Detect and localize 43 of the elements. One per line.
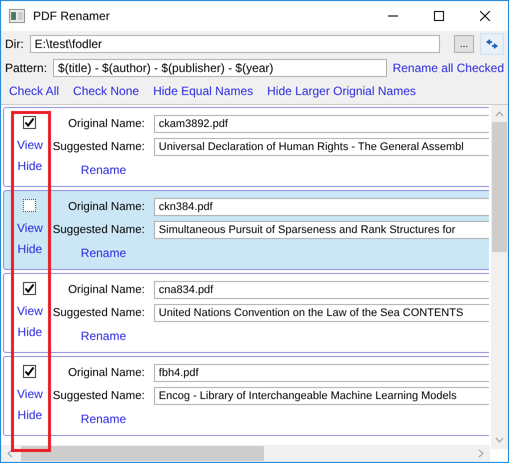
rename-link[interactable]: Rename — [80, 328, 126, 342]
file-item[interactable]: View Hide Original Name: fbh4.pdf Suggested Name: Encog - Library of Interchangeable Machine Learning Models Rename — [3, 356, 489, 436]
browse-button[interactable]: ... — [454, 35, 474, 53]
original-name-label: Original Name: — [67, 118, 145, 130]
view-link[interactable]: View — [17, 221, 43, 235]
rename-link[interactable]: Rename — [80, 246, 126, 260]
pattern-field[interactable]: $(title) - $(author) - $(publisher) - $(year) — [53, 59, 387, 77]
view-link[interactable]: View — [17, 138, 43, 152]
pattern-label: Pattern: — [5, 61, 48, 75]
original-name-field[interactable]: fbh4.pdf — [154, 364, 489, 382]
original-name-field[interactable]: ckn384.pdf — [154, 198, 489, 216]
suggested-name-label: Suggested Name: — [52, 140, 145, 152]
original-name-field[interactable]: ckam3892.pdf — [154, 114, 489, 132]
original-name-label: Original Name: — [67, 366, 145, 378]
suggested-name-label: Suggested Name: — [52, 306, 145, 318]
hide-link[interactable]: Hide — [18, 159, 42, 173]
file-item[interactable]: View Hide Original Name: ckn384.pdf Suggested Name: Simultaneous Pursuit of Sparseness and Rank Structures for Rename — [3, 190, 489, 270]
original-name-label: Original Name: — [67, 284, 145, 296]
suggested-name-field[interactable]: Encog - Library of Interchangeable Machine Learning Models — [154, 386, 489, 404]
view-link[interactable]: View — [17, 387, 43, 401]
suggested-name-field[interactable]: United Nations Convention on the Law of the Sea CONTENTS — [154, 304, 489, 322]
dir-field[interactable]: E:\test\fodler — [30, 35, 440, 53]
original-name-label: Original Name: — [67, 200, 145, 212]
action-link[interactable]: Check None — [73, 84, 140, 98]
suggested-name-label: Suggested Name: — [52, 390, 145, 402]
suggested-name-field[interactable]: Simultaneous Pursuit of Sparseness and Rank Structures for — [154, 220, 489, 238]
view-link[interactable]: View — [17, 304, 43, 318]
suggested-name-field[interactable]: Universal Declaration of Human Rights - The General Assembl — [154, 138, 489, 156]
rename-link[interactable]: Rename — [80, 162, 126, 176]
rename-link[interactable]: Rename — [80, 412, 126, 426]
action-link[interactable]: Check All — [9, 84, 60, 98]
hide-link[interactable]: Hide — [18, 242, 42, 256]
suggested-name-label: Suggested Name: — [52, 224, 145, 236]
dir-label: Dir: — [5, 37, 24, 51]
file-item[interactable]: View Hide Original Name: ckam3892.pdf Suggested Name: Universal Declaration of Human Rights - The General Assembl Rename — [3, 107, 489, 187]
original-name-field[interactable]: cna834.pdf — [154, 280, 489, 298]
rename-all-link[interactable]: Rename all Checked — [392, 61, 504, 75]
hide-link[interactable]: Hide — [18, 325, 42, 339]
window-title: PDF Renamer — [33, 9, 110, 23]
file-item[interactable]: View Hide Original Name: cna834.pdf Suggested Name: United Nations Convention on the Law of the Sea CONTENTS Rename — [3, 273, 489, 353]
hide-link[interactable]: Hide — [18, 408, 42, 422]
action-link[interactable]: Hide Equal Names — [153, 84, 254, 98]
action-link[interactable]: Hide Larger Orignial Names — [267, 84, 416, 98]
